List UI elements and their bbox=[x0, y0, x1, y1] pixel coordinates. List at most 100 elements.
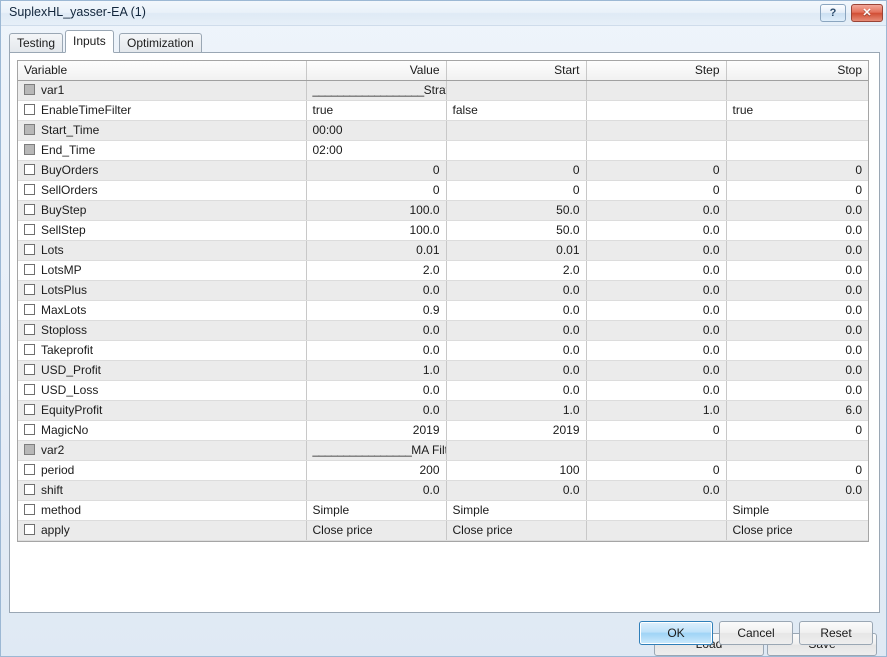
table-row[interactable]: apply Close price Close price Close price bbox=[18, 520, 868, 541]
cell-stop[interactable]: 6.0 bbox=[726, 400, 868, 421]
cell-stop[interactable]: 0 bbox=[726, 160, 868, 181]
checkbox-SellStep[interactable] bbox=[24, 224, 35, 235]
cell-stop[interactable]: 0.0 bbox=[726, 300, 868, 321]
table-row[interactable]: BuyOrders 0 0 0 0 bbox=[18, 160, 868, 181]
cell-value[interactable]: __________________Strategy Settings bbox=[306, 80, 447, 101]
reset-button[interactable]: Reset bbox=[799, 621, 873, 645]
cell-start[interactable]: false bbox=[446, 100, 587, 121]
cell-step[interactable]: 0.0 bbox=[586, 280, 727, 301]
cell-stop[interactable]: 0.0 bbox=[726, 360, 868, 381]
cell-stop[interactable] bbox=[726, 80, 868, 101]
checkbox-EquityProfit[interactable] bbox=[24, 404, 35, 415]
cell-value[interactable]: 0.0 bbox=[306, 320, 447, 341]
table-row[interactable]: method Simple Simple Simple bbox=[18, 500, 868, 521]
checkbox-Stoploss[interactable] bbox=[24, 324, 35, 335]
cell-start[interactable]: 50.0 bbox=[446, 220, 587, 241]
table-row[interactable]: BuyStep 100.0 50.0 0.0 0.0 bbox=[18, 200, 868, 221]
column-header-value[interactable]: Value bbox=[306, 61, 447, 81]
cell-start[interactable]: 50.0 bbox=[446, 200, 587, 221]
cell-step[interactable]: 0.0 bbox=[586, 380, 727, 401]
cell-value[interactable]: 0.9 bbox=[306, 300, 447, 321]
cell-value[interactable]: true bbox=[306, 100, 447, 121]
cell-stop[interactable] bbox=[726, 440, 868, 461]
cell-step[interactable]: 0 bbox=[586, 180, 727, 201]
cell-stop[interactable]: 0.0 bbox=[726, 240, 868, 261]
help-icon[interactable]: ? bbox=[820, 4, 846, 22]
cell-step[interactable]: 0.0 bbox=[586, 220, 727, 241]
cell-stop[interactable]: 0 bbox=[726, 420, 868, 441]
cell-value[interactable]: 1.0 bbox=[306, 360, 447, 381]
table-row[interactable]: USD_Profit 1.0 0.0 0.0 0.0 bbox=[18, 360, 868, 381]
cell-start[interactable]: 0.0 bbox=[446, 340, 587, 361]
column-header-variable[interactable]: Variable bbox=[18, 61, 307, 81]
table-row[interactable]: End_Time 02:00 bbox=[18, 140, 868, 161]
cell-step[interactable]: 0 bbox=[586, 160, 727, 181]
cell-step[interactable]: 0.0 bbox=[586, 320, 727, 341]
cell-step[interactable]: 0.0 bbox=[586, 240, 727, 261]
table-row[interactable]: period 200 100 0 0 bbox=[18, 460, 868, 481]
cell-stop[interactable] bbox=[726, 120, 868, 141]
table-row[interactable]: Start_Time 00:00 bbox=[18, 120, 868, 141]
cell-value[interactable]: Close price bbox=[306, 520, 447, 541]
column-header-stop[interactable]: Stop bbox=[726, 61, 868, 81]
cell-step[interactable]: 0.0 bbox=[586, 480, 727, 501]
checkbox-method[interactable] bbox=[24, 504, 35, 515]
cell-step[interactable] bbox=[586, 80, 727, 101]
cancel-button[interactable]: Cancel bbox=[719, 621, 793, 645]
cell-value[interactable]: 0.0 bbox=[306, 280, 447, 301]
cell-start[interactable] bbox=[446, 140, 587, 161]
cell-value[interactable]: 0.01 bbox=[306, 240, 447, 261]
cell-stop[interactable]: 0.0 bbox=[726, 260, 868, 281]
cell-step[interactable]: 0.0 bbox=[586, 300, 727, 321]
cell-value[interactable]: ________________MA Filter Settings bbox=[306, 440, 447, 461]
cell-value[interactable]: 100.0 bbox=[306, 220, 447, 241]
cell-stop[interactable]: 0.0 bbox=[726, 200, 868, 221]
cell-value[interactable]: 0.0 bbox=[306, 380, 447, 401]
checkbox-var2[interactable] bbox=[24, 444, 35, 455]
cell-stop[interactable] bbox=[726, 140, 868, 161]
cell-step[interactable]: 0 bbox=[586, 420, 727, 441]
cell-step[interactable] bbox=[586, 520, 727, 541]
cell-start[interactable]: 0.01 bbox=[446, 240, 587, 261]
checkbox-period[interactable] bbox=[24, 464, 35, 475]
cell-value[interactable]: 200 bbox=[306, 460, 447, 481]
table-row[interactable]: EquityProfit 0.0 1.0 1.0 6.0 bbox=[18, 400, 868, 421]
checkbox-LotsMP[interactable] bbox=[24, 264, 35, 275]
cell-value[interactable]: 2019 bbox=[306, 420, 447, 441]
cell-value[interactable]: 0 bbox=[306, 180, 447, 201]
checkbox-MaxLots[interactable] bbox=[24, 304, 35, 315]
checkbox-USD_Loss[interactable] bbox=[24, 384, 35, 395]
checkbox-MagicNo[interactable] bbox=[24, 424, 35, 435]
checkbox-Takeprofit[interactable] bbox=[24, 344, 35, 355]
cell-start[interactable]: 0.0 bbox=[446, 480, 587, 501]
cell-start[interactable]: Simple bbox=[446, 500, 587, 521]
checkbox-shift[interactable] bbox=[24, 484, 35, 495]
table-row[interactable]: Takeprofit 0.0 0.0 0.0 0.0 bbox=[18, 340, 868, 361]
column-header-start[interactable]: Start bbox=[446, 61, 587, 81]
ok-button[interactable]: OK bbox=[639, 621, 713, 645]
checkbox-SellOrders[interactable] bbox=[24, 184, 35, 195]
cell-step[interactable]: 0.0 bbox=[586, 260, 727, 281]
checkbox-Lots[interactable] bbox=[24, 244, 35, 255]
cell-stop[interactable]: 0.0 bbox=[726, 380, 868, 401]
cell-stop[interactable]: 0.0 bbox=[726, 280, 868, 301]
cell-start[interactable]: 0.0 bbox=[446, 380, 587, 401]
cell-step[interactable] bbox=[586, 440, 727, 461]
tab-testing[interactable]: Testing bbox=[9, 33, 64, 52]
cell-value[interactable]: Simple bbox=[306, 500, 447, 521]
tab-optimization[interactable]: Optimization bbox=[119, 33, 202, 52]
table-row[interactable]: LotsMP 2.0 2.0 0.0 0.0 bbox=[18, 260, 868, 281]
cell-start[interactable]: 2.0 bbox=[446, 260, 587, 281]
cell-start[interactable] bbox=[446, 440, 587, 461]
table-row[interactable]: Stoploss 0.0 0.0 0.0 0.0 bbox=[18, 320, 868, 341]
cell-start[interactable] bbox=[446, 120, 587, 141]
cell-stop[interactable]: true bbox=[726, 100, 868, 121]
cell-value[interactable]: 00:00 bbox=[306, 120, 447, 141]
checkbox-BuyStep[interactable] bbox=[24, 204, 35, 215]
cell-stop[interactable]: 0.0 bbox=[726, 340, 868, 361]
checkbox-End_Time[interactable] bbox=[24, 144, 35, 155]
cell-step[interactable] bbox=[586, 500, 727, 521]
table-row[interactable]: SellStep 100.0 50.0 0.0 0.0 bbox=[18, 220, 868, 241]
cell-step[interactable]: 1.0 bbox=[586, 400, 727, 421]
cell-start[interactable]: Close price bbox=[446, 520, 587, 541]
